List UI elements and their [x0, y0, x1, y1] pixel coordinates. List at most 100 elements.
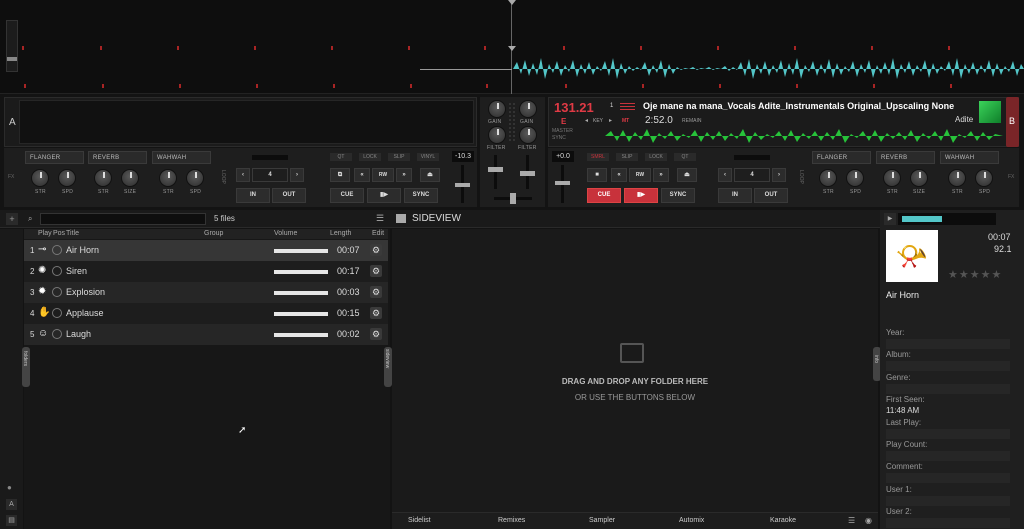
add-icon[interactable]: +: [6, 213, 18, 225]
qt-a-button[interactable]: QT: [330, 153, 352, 161]
crossfader[interactable]: [494, 193, 532, 204]
fx-b-select-1[interactable]: FLANGER: [812, 151, 871, 164]
search-icon[interactable]: ⌕: [28, 214, 32, 224]
loop-a-increase[interactable]: ›: [290, 168, 304, 182]
fx-a-knob-4[interactable]: [121, 169, 139, 187]
gain-knob-a[interactable]: [488, 100, 506, 118]
sideview-panel[interactable]: DRAG AND DROP ANY FOLDER HERE OR USE THE…: [392, 229, 881, 512]
lock-a-button[interactable]: LOCK: [359, 153, 381, 161]
gear-icon[interactable]: ⚙: [370, 265, 382, 277]
key-up-icon[interactable]: ▸: [609, 117, 612, 124]
volume-bar[interactable]: [274, 291, 328, 295]
play-circle-icon[interactable]: [52, 287, 62, 297]
loop-a-decrease[interactable]: ‹: [236, 168, 250, 182]
play-circle-icon[interactable]: [52, 266, 62, 276]
rail-dot-icon[interactable]: ●: [7, 483, 12, 492]
deck-a-scroll-indicator[interactable]: [6, 20, 18, 72]
volume-fader-b[interactable]: [520, 155, 535, 189]
fx-a-select-2[interactable]: REVERB: [88, 151, 147, 164]
tab-karaoke[interactable]: Karaoke: [770, 517, 796, 524]
field-user1-value[interactable]: [886, 496, 1010, 506]
gear-icon[interactable]: ⚙: [370, 328, 382, 340]
header-pos[interactable]: Pos: [53, 230, 65, 237]
record-icon[interactable]: ◉: [865, 516, 872, 525]
field-album-value[interactable]: [886, 361, 1010, 371]
pitch-b-value[interactable]: +0.0: [552, 151, 574, 162]
fx-b-knob-4[interactable]: [910, 169, 928, 187]
play-circle-icon[interactable]: [52, 329, 62, 339]
rw-a-button[interactable]: RW: [372, 168, 394, 182]
smrl-b-button[interactable]: SMRL: [587, 153, 609, 161]
loop-a-in-button[interactable]: IN: [236, 188, 270, 203]
fx-b-select-3[interactable]: WAHWAH: [940, 151, 999, 164]
forward-a-button[interactable]: »: [396, 168, 412, 182]
pitch-b-slider[interactable]: [555, 165, 570, 203]
fx-a-knob-1[interactable]: [31, 169, 49, 187]
header-title[interactable]: Title: [66, 230, 79, 237]
list-item[interactable]: 1 ⊸ Air Horn 00:07 ⚙: [24, 240, 388, 261]
forward-b-button[interactable]: »: [653, 168, 669, 182]
fx-b-knob-6[interactable]: [975, 169, 993, 187]
tab-remixes[interactable]: Remixes: [498, 517, 525, 524]
deck-b-letter-tab[interactable]: B: [1006, 97, 1019, 147]
tab-sidelist[interactable]: Sidelist: [408, 517, 431, 524]
cue-b-button[interactable]: CUE: [587, 188, 621, 203]
header-group[interactable]: Group: [204, 230, 223, 237]
gain-knob-b[interactable]: [519, 100, 537, 118]
gear-icon[interactable]: ⚙: [370, 244, 382, 256]
deck-a-waveform-empty[interactable]: [19, 100, 474, 144]
volume-bar[interactable]: [274, 333, 328, 337]
loop-b-out-button[interactable]: OUT: [754, 188, 788, 203]
field-genre-value[interactable]: [886, 384, 1010, 394]
header-edit[interactable]: Edit: [372, 230, 384, 237]
play-circle-icon[interactable]: [52, 308, 62, 318]
rail-b-icon[interactable]: ▤: [6, 515, 17, 526]
folders-tab[interactable]: folders: [22, 347, 30, 387]
vinyl-a-button[interactable]: VINYL: [417, 153, 439, 161]
header-play[interactable]: Play: [38, 230, 52, 237]
stop-b-icon[interactable]: ■: [587, 168, 607, 182]
info-waveform[interactable]: [898, 213, 996, 225]
fx-b-knob-2[interactable]: [846, 169, 864, 187]
header-length[interactable]: Length: [330, 230, 351, 237]
fx-a-knob-5[interactable]: [159, 169, 177, 187]
fx-b-knob-5[interactable]: [948, 169, 966, 187]
deck-b-time[interactable]: 2:52.0: [645, 115, 673, 126]
qt-b-button[interactable]: QT: [674, 153, 696, 161]
gear-icon[interactable]: ⚙: [370, 307, 382, 319]
menu-icon[interactable]: ☰: [848, 516, 855, 525]
pitch-a-slider[interactable]: [455, 165, 470, 203]
loop-b-decrease[interactable]: ‹: [718, 168, 732, 182]
info-play-icon[interactable]: ▶: [884, 213, 896, 225]
sync-lock-a-icon[interactable]: ⧉: [330, 168, 350, 182]
search-input[interactable]: [40, 213, 206, 225]
fx-a-knob-6[interactable]: [186, 169, 204, 187]
rail-a-icon[interactable]: A: [6, 499, 17, 510]
slip-a-button[interactable]: SLIP: [388, 153, 410, 161]
sync-a-button[interactable]: SYNC: [404, 188, 438, 203]
fx-a-select-3[interactable]: WAHWAH: [152, 151, 211, 164]
overview-waveform-area[interactable]: [0, 0, 1024, 94]
rewind-b-button[interactable]: «: [611, 168, 627, 182]
key-down-icon[interactable]: ◂: [585, 117, 588, 124]
loop-b-in-button[interactable]: IN: [718, 188, 752, 203]
play-circle-icon[interactable]: [52, 245, 62, 255]
lock-b-button[interactable]: LOCK: [645, 153, 667, 161]
field-comment-value[interactable]: [886, 473, 1010, 483]
deck-b-bpm[interactable]: 131.21: [554, 100, 594, 115]
fx-b-knob-3[interactable]: [883, 169, 901, 187]
deck-b-mini-waveform[interactable]: [605, 128, 1003, 144]
rating-stars[interactable]: ★★★★★: [948, 268, 1002, 281]
header-volume[interactable]: Volume: [274, 230, 297, 237]
list-item[interactable]: 3 ✹ Explosion 00:03 ⚙: [24, 282, 388, 303]
loop-b-increase[interactable]: ›: [772, 168, 786, 182]
eject-a-icon[interactable]: ⏏: [420, 168, 440, 182]
fx-b-knob-1[interactable]: [819, 169, 837, 187]
list-view-icon[interactable]: ☰: [376, 213, 384, 224]
rewind-a-button[interactable]: «: [354, 168, 370, 182]
filter-knob-a[interactable]: [488, 126, 506, 144]
tab-sampler[interactable]: Sampler: [589, 517, 615, 524]
fx-a-knob-2[interactable]: [58, 169, 76, 187]
volume-bar[interactable]: [274, 270, 328, 274]
list-item[interactable]: 2 ✺ Siren 00:17 ⚙: [24, 261, 388, 282]
